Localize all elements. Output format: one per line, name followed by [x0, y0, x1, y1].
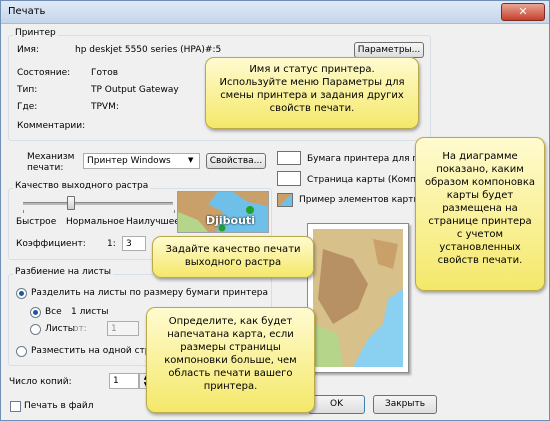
callout-diagram: На диаграмме показано, каким образом ком…	[415, 137, 545, 291]
page-range-label: Листы	[45, 324, 75, 334]
coef-prefix: 1:	[107, 239, 116, 249]
printer-name-value: hp deskjet 5550 series (HPA)#:5	[75, 45, 222, 55]
callout-tiling: Определите, как будет напечатана карта, …	[146, 307, 315, 413]
ok-label: OK	[330, 399, 343, 409]
sample-swatch-icon	[277, 193, 293, 207]
status-label: Состояние:	[17, 68, 71, 78]
djibouti-label: Djibouti	[206, 214, 255, 227]
close-label: Закрыть	[384, 399, 426, 409]
title-bar: Печать ✕	[1, 1, 549, 24]
callout-printer: Имя и статус принтера. Используйте меню …	[205, 57, 419, 129]
comment-label: Комментарии:	[17, 121, 86, 131]
type-value: TP Output Gateway	[91, 85, 179, 95]
quality-slider-track[interactable]	[23, 202, 173, 205]
printer-properties-label: Параметры...	[357, 45, 421, 55]
page-swatch-icon	[277, 171, 301, 186]
all-pages-value: 1 листы	[71, 307, 109, 317]
from-input[interactable]: 1	[107, 321, 139, 336]
engine-properties-button[interactable]: Свойства...	[206, 153, 266, 169]
status-value: Готов	[91, 68, 119, 78]
close-icon[interactable]: ✕	[501, 3, 545, 21]
raster-section-title: Качество выходного растра	[13, 181, 151, 191]
copies-value: 1	[113, 376, 119, 386]
name-label: Имя:	[17, 45, 39, 55]
quality-slider-thumb[interactable]	[67, 196, 75, 210]
print-to-file-checkbox[interactable]	[10, 401, 21, 412]
from-value: 1	[111, 324, 117, 334]
tile-by-paper-label: Разделить на листы по размеру бумаги при…	[31, 288, 268, 298]
type-label: Тип:	[17, 85, 38, 95]
print-dialog: Печать ✕ Принтер Имя: hp deskjet 5550 se…	[0, 0, 550, 421]
chevron-down-icon: ▼	[188, 156, 194, 164]
engine-label-line2: печати:	[27, 163, 64, 173]
callout-tiling-text: Определите, как будет напечатана карта, …	[164, 316, 297, 392]
raster-preview-image: Djibouti	[177, 191, 269, 233]
tick-normal: Нормальное	[66, 217, 125, 227]
coef-label: Коэффициент:	[16, 239, 86, 249]
tiling-section-title: Разбиение на листы	[13, 267, 113, 277]
print-to-file-label: Печать в файл	[24, 401, 94, 411]
all-pages-radio[interactable]	[30, 307, 41, 318]
callout-diagram-text: На диаграмме показано, каким образом ком…	[425, 151, 535, 266]
where-value: TPVM:	[91, 102, 119, 112]
ok-button[interactable]: OK	[308, 395, 365, 414]
coef-value: 3	[126, 239, 132, 249]
tick-fast: Быстрое	[16, 217, 57, 227]
tile-by-paper-radio[interactable]	[16, 288, 27, 299]
where-label: Где:	[17, 102, 38, 112]
engine-select[interactable]: Принтер Windows ▼	[83, 153, 200, 169]
printer-properties-button[interactable]: Параметры...	[354, 42, 424, 58]
fit-one-page-radio[interactable]	[16, 346, 27, 357]
window-title: Печать	[8, 6, 46, 17]
all-pages-label: Все	[45, 307, 62, 317]
callout-raster-text: Задайте качество печати выходного растра	[165, 244, 301, 268]
engine-selected: Принтер Windows	[87, 156, 171, 166]
callout-printer-text: Имя и статус принтера. Используйте меню …	[219, 64, 405, 114]
copies-label: Число копий:	[9, 377, 72, 387]
from-label: от:	[73, 324, 87, 334]
tick-best: Наилучшее	[126, 217, 180, 227]
page-range-radio[interactable]	[30, 324, 41, 335]
paper-swatch-icon	[277, 151, 301, 165]
copies-input[interactable]: 1	[109, 373, 139, 389]
legend-sample: Пример элементов карты	[299, 195, 421, 205]
engine-label-line1: Механизм	[27, 152, 75, 162]
quality-slider-ticks	[23, 210, 175, 213]
page-map-thumbnail	[313, 229, 403, 367]
engine-properties-label: Свойства...	[209, 156, 263, 166]
close-button[interactable]: Закрыть	[373, 395, 437, 414]
page-preview	[307, 223, 409, 373]
coef-input[interactable]: 3	[122, 236, 146, 251]
printer-section-title: Принтер	[13, 28, 58, 38]
callout-raster: Задайте качество печати выходного растра	[152, 236, 314, 278]
